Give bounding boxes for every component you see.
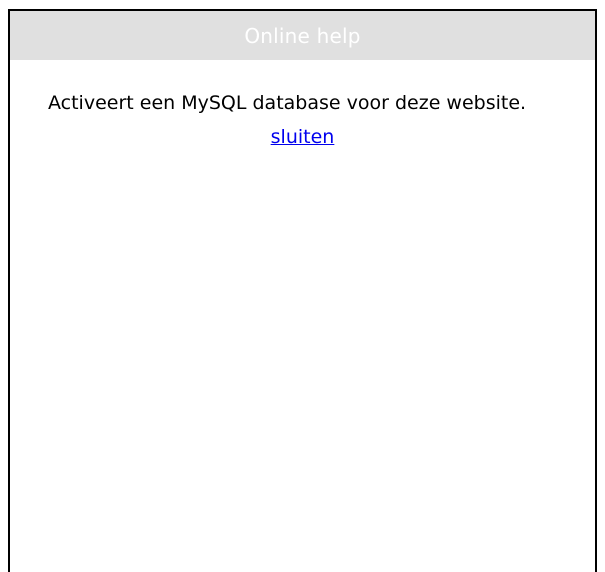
help-window: Online help Activeert een MySQL database…: [8, 9, 597, 572]
close-link[interactable]: sluiten: [271, 126, 335, 148]
window-title: Online help: [244, 23, 361, 48]
help-text: Activeert een MySQL database voor deze w…: [48, 92, 527, 114]
close-row: sluiten: [48, 125, 557, 150]
help-content: Activeert een MySQL database voor deze w…: [10, 60, 595, 150]
title-bar: Online help: [10, 11, 595, 60]
